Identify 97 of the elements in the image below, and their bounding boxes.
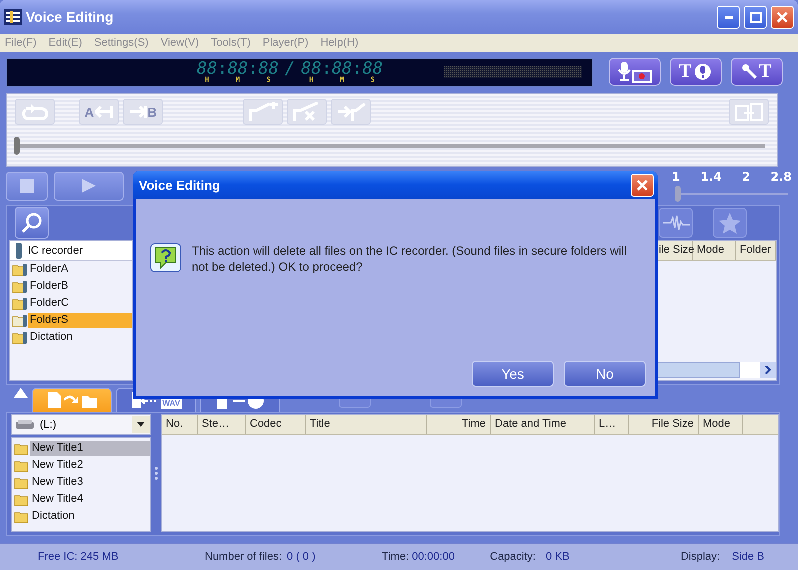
folder-item[interactable]: FolderB [28,279,132,294]
time-separator: : [322,61,332,77]
status-value: 0 ( 0 ) [286,551,317,563]
speed-label: 1 [672,170,680,184]
waveform-button[interactable] [659,208,693,238]
folder-device-icon [12,330,28,344]
speed-label: 1.4 [700,170,722,184]
minimize-icon [724,16,732,18]
play-button[interactable] [54,172,124,200]
folder-icon [14,476,30,490]
folder-item[interactable]: FolderS [28,313,132,328]
file-to-folder-icon [46,391,98,409]
folder-device-icon [12,280,28,294]
column-header[interactable]: File Size [629,415,699,434]
column-header[interactable]: No. [162,415,198,434]
minimize-button[interactable] [717,6,740,28]
dialog-button[interactable]: Yes [472,361,554,387]
text-mic-button[interactable]: T [670,58,722,86]
dropdown-icon [137,422,145,427]
folder-item[interactable]: New Title4 [30,492,150,507]
search-icon [21,212,43,234]
time-digits: 88 [362,60,384,76]
move-mark-icon [336,102,366,122]
add-mark-icon [248,102,278,122]
close-icon [637,180,648,190]
burst-icon [718,212,742,234]
folder-icon [14,458,30,472]
slider-thumb[interactable] [14,137,20,155]
column-header[interactable]: Title [306,415,427,434]
dialog-title: Voice Editing [139,178,222,192]
folder-item[interactable]: FolderA [28,262,132,277]
recorder-icon [16,242,22,258]
folder-icon [14,492,30,506]
dialog-message: This action will delete all files on the IC recorder. (Sound files in secure folders will not be deleted.) OK to proceed? [192,243,628,276]
star-button[interactable] [713,208,747,238]
folder-item[interactable]: FolderC [28,296,132,311]
stop-button[interactable] [6,172,48,200]
close-button[interactable] [771,6,794,28]
folder-icon [14,442,30,456]
position-slider[interactable] [17,137,765,155]
folder-item[interactable]: Dictation [30,509,150,524]
folder-device-icon [12,296,28,310]
search-button[interactable] [15,207,49,239]
microphone-record-icon [616,61,654,83]
slider-thumb[interactable] [675,186,681,202]
maximize-icon [750,12,762,22]
app-icon [4,9,22,25]
play-icon [81,178,97,194]
mic-text-button[interactable]: T [731,58,783,86]
status-label: Display: [680,551,720,563]
column-header[interactable]: L… [595,415,629,434]
status-value: Side B [731,551,765,563]
split-icon [734,102,764,122]
folder-device-icon [12,262,28,276]
folder-device-icon [12,314,28,328]
status-label: Number of files: [205,551,282,563]
drive-icon [16,420,34,430]
waveform-icon [662,214,690,232]
loop-icon [20,103,50,121]
status-label: Time: [382,551,410,563]
column-header[interactable]: Date and Time [491,415,595,434]
window-title: Voice Editing [26,9,115,25]
column-header[interactable]: Ste… [198,415,246,434]
column-header[interactable]: Mode [699,415,743,434]
stop-icon [20,179,34,193]
folder-item[interactable]: New Title1 [30,441,150,456]
free-space: Free IC: 245 MB [37,551,120,563]
question-icon [150,243,182,273]
time-separator: : [352,61,363,77]
record-button[interactable] [609,58,661,86]
time-digits: 88 [197,60,218,76]
folder-item[interactable]: Dictation [28,330,132,345]
time-separator: / [284,61,296,77]
speed-label: 2.8 [770,170,792,184]
time-separator: : [248,61,258,77]
folder-item[interactable]: New Title2 [30,458,150,473]
time-digits: 88 [258,60,279,76]
time-separator: : [217,61,228,77]
time-digits: 88 [228,60,248,76]
drive-dropdown[interactable]: (L:) [11,414,151,435]
speed-label: 2 [742,170,750,184]
close-button[interactable] [631,174,654,196]
time-digits: 88 [332,60,352,76]
column-header[interactable]: Codec [246,415,306,434]
dialog-button[interactable]: No [564,361,646,387]
close-icon [777,12,788,22]
time-digits: 88 [301,60,322,76]
column-header[interactable]: Time [427,415,491,434]
column-header[interactable]: Mode [693,241,736,260]
folder-item[interactable]: New Title3 [30,475,150,490]
status-value: 0 KB [544,551,571,563]
status-value: 00:00:00 [411,551,456,563]
maximize-button[interactable] [744,6,767,28]
column-header[interactable]: Folder [736,241,776,260]
scroll-right-icon [765,366,771,374]
folder-icon [14,510,30,524]
status-label: Capacity: [490,551,536,563]
